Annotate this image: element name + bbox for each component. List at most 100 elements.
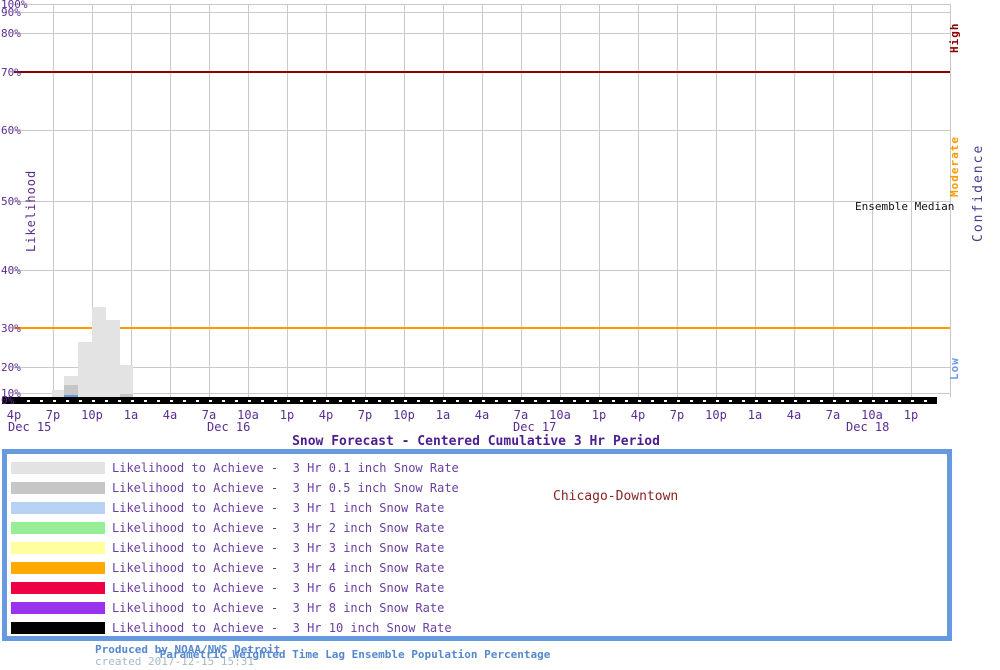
legend-color-swatch <box>11 522 105 534</box>
x-axis-tick <box>664 400 667 402</box>
legend-item-label: Likelihood to Achieve - 3 Hr 1 inch Snow… <box>112 501 444 515</box>
legend-item: Likelihood to Achieve - 3 Hr 1 inch Snow… <box>11 502 911 514</box>
chart-plot-area: 100%90%80%70%60%50%40%30%20%10%0%4p7p10p… <box>0 0 1000 434</box>
x-axis-tick <box>482 400 485 402</box>
chart-title: Snow Forecast - Centered Cumulative 3 Hr… <box>0 434 952 449</box>
x-axis-tick <box>534 400 537 402</box>
x-axis-tick <box>352 400 355 402</box>
x-axis-tick <box>560 400 563 402</box>
v-gridline <box>248 4 249 397</box>
forecast-bar <box>52 390 64 397</box>
x-date-label: Dec 18 <box>846 421 889 433</box>
x-axis-tick <box>391 400 394 402</box>
x-axis-tick <box>222 400 225 402</box>
confidence-moderate-label: Moderate <box>948 135 961 199</box>
x-axis-tick <box>703 400 706 402</box>
x-axis-tick <box>235 400 238 402</box>
y-tick-label: 80% <box>1 28 21 39</box>
x-axis-tick <box>430 400 433 402</box>
x-axis-tick <box>300 400 303 402</box>
v-gridline <box>131 4 132 397</box>
legend-item: Likelihood to Achieve - 3 Hr 6 inch Snow… <box>11 582 911 594</box>
v-gridline <box>365 4 366 397</box>
high-confidence-line <box>14 71 950 73</box>
x-axis-tick <box>92 400 95 402</box>
x-axis-tick <box>469 400 472 402</box>
legend-item-label: Likelihood to Achieve - 3 Hr 0.1 inch Sn… <box>112 461 459 475</box>
x-axis-tick <box>40 400 43 402</box>
x-axis-tick <box>313 400 316 402</box>
x-date-label: Dec 15 <box>8 421 51 433</box>
x-axis-tick <box>27 400 30 402</box>
legend-item: Likelihood to Achieve - 3 Hr 8 inch Snow… <box>11 602 911 614</box>
v-gridline <box>287 4 288 397</box>
x-axis-tick <box>417 400 420 402</box>
x-axis-tick <box>456 400 459 402</box>
x-axis-tick <box>755 400 758 402</box>
y-tick-label: 90% <box>1 7 21 18</box>
v-gridline <box>482 4 483 397</box>
x-tick-label: 4p <box>631 409 645 421</box>
confidence-axis-title: Confidence <box>971 152 986 242</box>
forecast-bar <box>92 307 106 397</box>
x-tick-label: 10p <box>81 409 103 421</box>
legend-box: Chicago-Downtown Likelihood to Achieve -… <box>2 449 952 641</box>
legend-item-label: Likelihood to Achieve - 3 Hr 2 inch Snow… <box>112 521 444 535</box>
x-axis-tick <box>612 400 615 402</box>
x-axis-tick <box>144 400 147 402</box>
x-tick-label: 10p <box>393 409 415 421</box>
legend-color-swatch <box>11 462 105 474</box>
x-axis-tick <box>716 400 719 402</box>
x-tick-label: 1p <box>592 409 606 421</box>
x-axis-tick <box>742 400 745 402</box>
x-axis-tick <box>807 400 810 402</box>
v-gridline <box>443 4 444 397</box>
x-axis-tick <box>365 400 368 402</box>
y-tick-label: 60% <box>1 125 21 136</box>
x-axis-tick <box>339 400 342 402</box>
x-axis-tick <box>326 400 329 402</box>
legend-item: Likelihood to Achieve - 3 Hr 2 inch Snow… <box>11 522 911 534</box>
x-tick-label: 7p <box>358 409 372 421</box>
x-date-label: Dec 16 <box>207 421 250 433</box>
x-axis-tick <box>677 400 680 402</box>
x-axis-tick <box>781 400 784 402</box>
legend-color-swatch <box>11 502 105 514</box>
x-date-label: Dec 17 <box>513 421 556 433</box>
x-axis-tick <box>547 400 550 402</box>
x-axis-tick <box>404 400 407 402</box>
x-tick-label: 1a <box>436 409 450 421</box>
confidence-high-label: High <box>948 20 961 56</box>
x-tick-label: 4p <box>319 409 333 421</box>
footer-method-note: Parametric Weighted Time Lag Ensemble Po… <box>0 649 1000 660</box>
x-axis-tick <box>586 400 589 402</box>
v-gridline <box>599 4 600 397</box>
x-axis-tick <box>859 400 862 402</box>
v-gridline <box>209 4 210 397</box>
ensemble-median-label: Ensemble Median <box>855 201 954 213</box>
y-tick-label: 50% <box>1 196 21 207</box>
snow-forecast-chart-page: 100%90%80%70%60%50%40%30%20%10%0%4p7p10p… <box>0 0 1000 670</box>
x-axis-tick <box>196 400 199 402</box>
y-tick-label: 70% <box>1 67 21 78</box>
legend-color-swatch <box>11 602 105 614</box>
x-axis-tick <box>638 400 641 402</box>
v-gridline <box>677 4 678 397</box>
legend-item-label: Likelihood to Achieve - 3 Hr 10 inch Sno… <box>112 621 452 635</box>
x-axis-tick <box>66 400 69 402</box>
x-axis-tick <box>209 400 212 402</box>
legend-color-swatch <box>11 482 105 494</box>
x-axis-tick <box>573 400 576 402</box>
x-axis-tick <box>911 400 914 402</box>
x-tick-label: 1a <box>748 409 762 421</box>
x-axis-tick <box>820 400 823 402</box>
x-tick-label: 4a <box>163 409 177 421</box>
y-tick-label: 20% <box>1 362 21 373</box>
x-tick-label: 7a <box>826 409 840 421</box>
v-gridline <box>170 4 171 397</box>
x-tick-label: 4a <box>787 409 801 421</box>
legend-item-label: Likelihood to Achieve - 3 Hr 6 inch Snow… <box>112 581 444 595</box>
x-axis-tick <box>261 400 264 402</box>
legend-item: Likelihood to Achieve - 3 Hr 4 inch Snow… <box>11 562 911 574</box>
legend-item: Likelihood to Achieve - 3 Hr 0.5 inch Sn… <box>11 482 911 494</box>
